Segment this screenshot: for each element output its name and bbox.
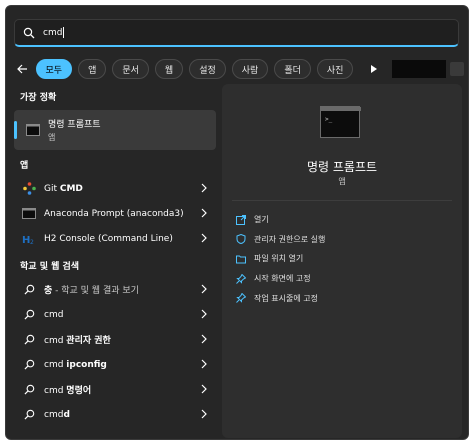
folder-icon [236, 255, 246, 264]
preview-title: 명령 프롬프트 [306, 160, 378, 174]
git-icon [22, 182, 36, 196]
web-result-item[interactable]: cmd [14, 302, 216, 327]
best-match-title: 명령 프롬프트 [48, 120, 101, 130]
web-result-item[interactable]: cmdd [14, 402, 216, 427]
filter-settings[interactable]: 설정 [189, 59, 226, 79]
chevron-right-icon[interactable] [200, 359, 208, 369]
best-match-heading: 가장 정확 [20, 93, 57, 103]
web-result-match: ipconfig [66, 359, 107, 370]
chevron-right-icon[interactable] [200, 384, 208, 394]
web-result-match: d [63, 409, 70, 420]
more-options[interactable] [450, 62, 464, 76]
search-icon [22, 333, 36, 347]
search-icon [22, 308, 36, 322]
action-run-as-admin[interactable]: 관리자 권한으로 실행 [236, 230, 325, 250]
preview-subtitle: 앱 [338, 177, 346, 186]
app-label: Anaconda Prompt (anaconda3) [44, 208, 184, 219]
web-result-label: cmd [44, 386, 67, 396]
app-label-match: CMD [59, 183, 83, 194]
start-search-window: cmd 모두 앱 문서 웹 설정 사람 폴더 사진 가장 정확 명령 프롬프트 … [5, 5, 469, 440]
h2-icon: H2 [22, 232, 36, 246]
web-result-match: 관리자 권한 [66, 336, 111, 346]
terminal-icon [22, 207, 36, 221]
search-icon [22, 408, 36, 422]
app-item-git-cmd[interactable]: Git CMD [14, 176, 216, 201]
preview-actions: 열기 관리자 권한으로 실행 파일 위치 열기 시작 화면에 고정 작업 표시줄… [236, 210, 325, 308]
filter-apps[interactable]: 앱 [78, 59, 107, 79]
search-icon [22, 383, 36, 397]
open-icon [236, 214, 246, 225]
filter-all[interactable]: 모두 [35, 59, 73, 79]
filter-folders[interactable]: 폴더 [274, 59, 311, 79]
web-result-item[interactable]: cmd ipconfig [14, 352, 216, 377]
filter-documents[interactable]: 문서 [112, 59, 149, 79]
web-result-label: cmd [44, 309, 64, 320]
web-result-match: 명령어 [66, 386, 92, 396]
filter-bar: 모두 앱 문서 웹 설정 사람 폴더 사진 [14, 58, 464, 80]
search-icon [22, 358, 36, 372]
web-result-item[interactable]: cmd 명령어 [14, 377, 216, 402]
action-label: 파일 위치 열기 [254, 254, 304, 264]
chevron-right-icon[interactable] [200, 309, 208, 319]
svg-text:>_: >_ [325, 116, 333, 123]
back-arrow-icon[interactable] [14, 59, 30, 79]
app-item-anaconda-prompt[interactable]: Anaconda Prompt (anaconda3) [14, 201, 216, 226]
svg-text:2: 2 [30, 239, 34, 245]
divider [232, 200, 452, 201]
chevron-right-icon[interactable] [200, 284, 208, 294]
action-label: 시작 화면에 고정 [254, 274, 311, 284]
apps-heading: 앱 [20, 161, 29, 171]
action-label: 작업 표시줄에 고정 [254, 293, 318, 303]
search-icon [22, 283, 36, 297]
app-label: H2 Console (Command Line) [44, 233, 173, 244]
action-pin-to-taskbar[interactable]: 작업 표시줄에 고정 [236, 288, 325, 308]
action-open[interactable]: 열기 [236, 210, 325, 230]
selection-indicator [14, 121, 17, 139]
action-pin-to-start[interactable]: 시작 화면에 고정 [236, 269, 325, 289]
chevron-right-icon[interactable] [200, 233, 208, 243]
web-result-suffix: - 학교 및 웹 결과 보기 [52, 286, 139, 296]
action-label: 관리자 권한으로 실행 [254, 234, 326, 244]
app-label: Git [44, 183, 60, 194]
filter-photos[interactable]: 사진 [316, 59, 354, 79]
web-result-label: cmd [44, 359, 67, 370]
action-open-file-location[interactable]: 파일 위치 열기 [236, 249, 325, 269]
results-list: 가장 정확 명령 프롬프트 앱 앱 Git CMD Anaconda Promp… [14, 88, 218, 438]
pin-icon [236, 293, 246, 304]
text-caret [63, 27, 65, 38]
search-input[interactable]: cmd [43, 27, 65, 38]
best-match-subtitle: 앱 [48, 133, 56, 142]
search-box[interactable]: cmd [14, 19, 459, 47]
redacted-account-area [391, 60, 447, 78]
pin-icon [236, 273, 246, 284]
shield-icon [236, 234, 246, 245]
filter-people[interactable]: 사람 [231, 59, 269, 79]
chevron-right-icon[interactable] [200, 208, 208, 218]
play-icon[interactable] [367, 59, 379, 79]
best-match-item[interactable]: 명령 프롬프트 앱 [14, 110, 216, 150]
web-result-label: cmd [44, 336, 67, 346]
filter-web[interactable]: 웹 [154, 59, 184, 79]
web-search-heading: 학교 및 웹 검색 [20, 262, 80, 272]
command-prompt-icon [26, 123, 40, 137]
action-label: 열기 [254, 215, 269, 225]
search-icon [23, 27, 35, 38]
web-result-label: cmd [44, 409, 64, 420]
preview-pane: >_ 명령 프롬프트 앱 열기 관리자 권한으로 실행 파일 위치 열기 시작 … [222, 84, 462, 438]
app-item-h2-console[interactable]: H2 H2 Console (Command Line) [14, 226, 216, 251]
web-result-item[interactable]: cmd 관리자 권한 [14, 327, 216, 352]
web-result-item[interactable]: 충 - 학교 및 웹 결과 보기 [14, 277, 216, 302]
command-prompt-large-icon: >_ [320, 106, 361, 138]
chevron-right-icon[interactable] [200, 334, 208, 344]
chevron-right-icon[interactable] [200, 183, 208, 193]
chevron-right-icon[interactable] [200, 409, 208, 419]
